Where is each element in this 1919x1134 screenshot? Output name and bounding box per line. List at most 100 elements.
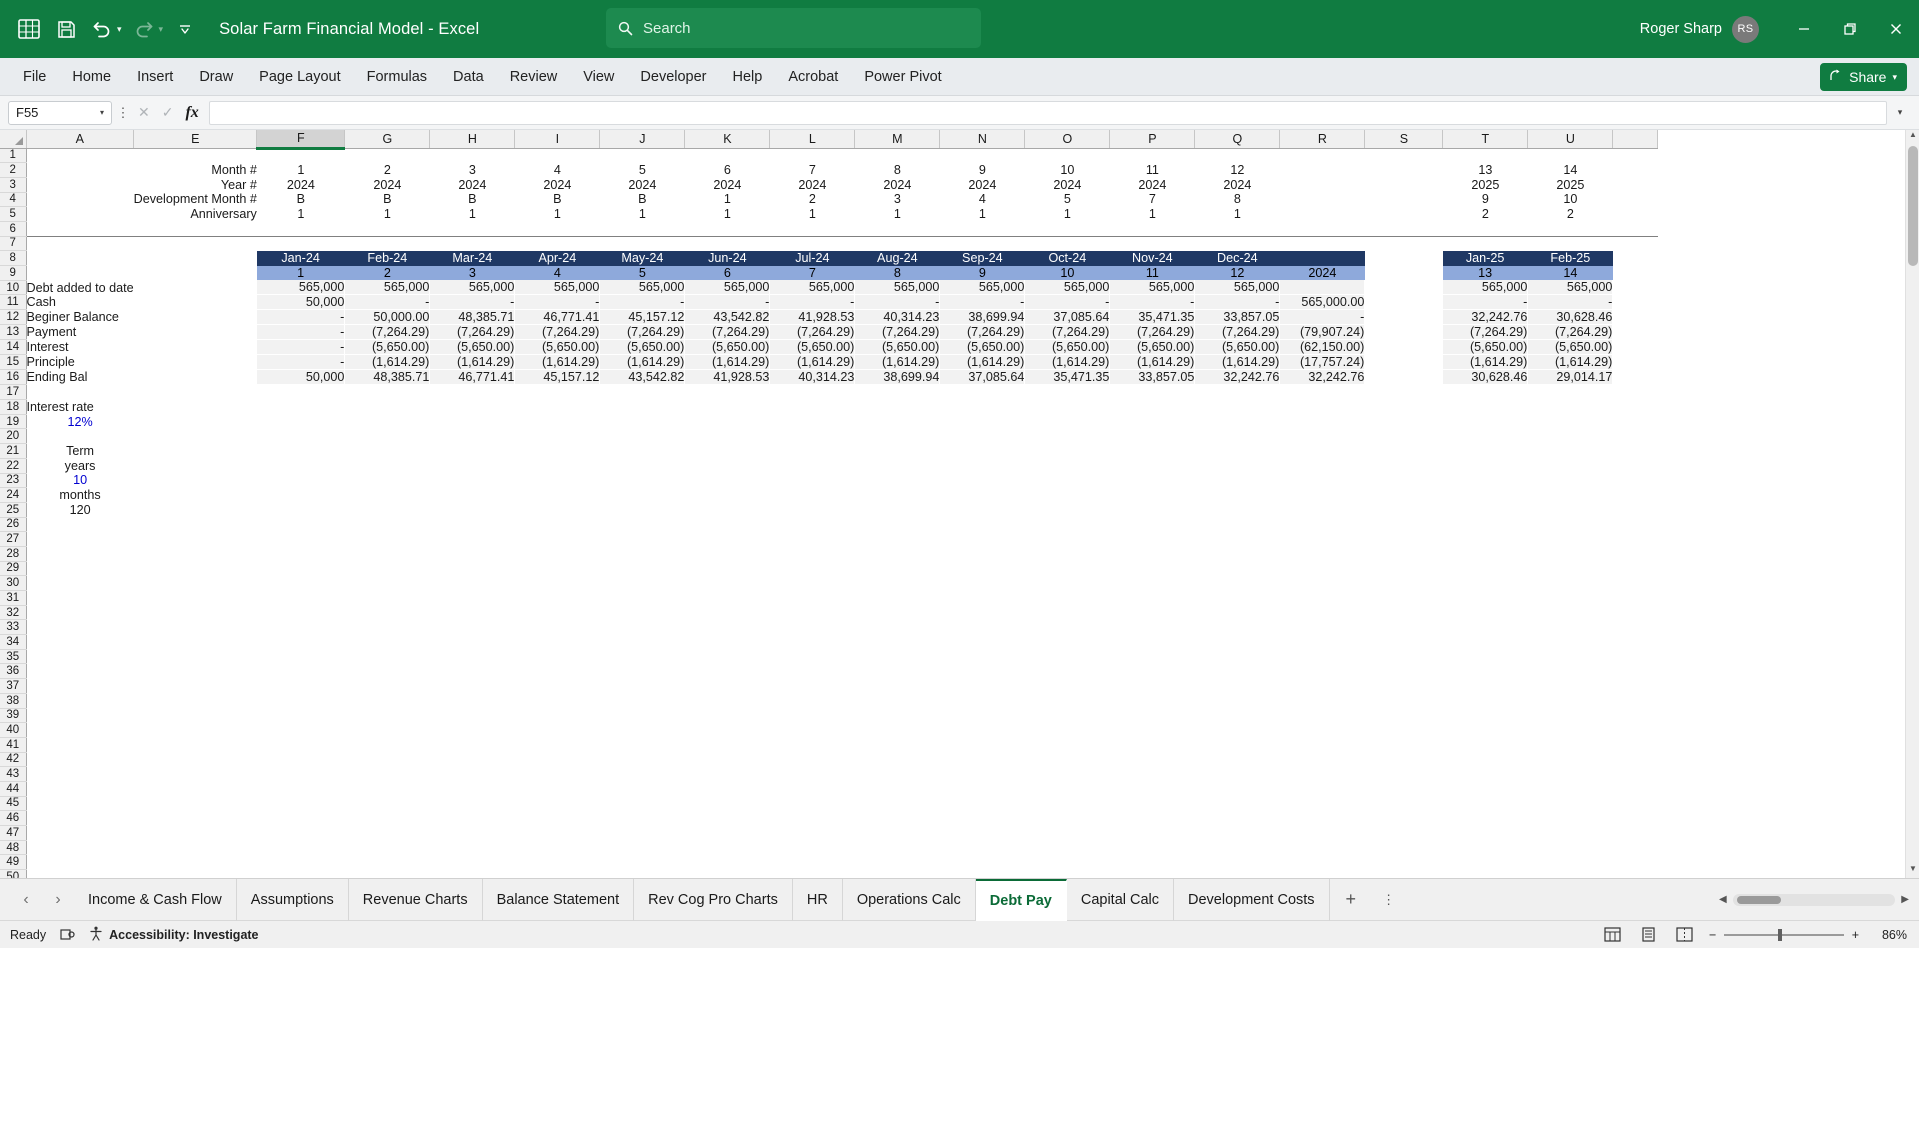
cell-P3[interactable]: 2024 bbox=[1109, 177, 1195, 193]
add-sheet-button[interactable]: + bbox=[1330, 889, 1373, 910]
row-blank[interactable] bbox=[26, 634, 1658, 650]
cell-I16[interactable]: 45,157.12 bbox=[514, 369, 601, 386]
row-header-33[interactable]: 33 bbox=[0, 619, 27, 636]
cell-R13[interactable]: (79,907.24) bbox=[1279, 324, 1366, 341]
cell-G4[interactable]: B bbox=[344, 192, 430, 207]
cell-K15[interactable]: (1,614.29) bbox=[684, 354, 771, 371]
row-blank[interactable] bbox=[26, 708, 1658, 723]
row-header-40[interactable]: 40 bbox=[0, 722, 27, 738]
cell-P10[interactable]: 565,000 bbox=[1109, 280, 1196, 296]
cell-Q11[interactable]: - bbox=[1194, 294, 1281, 311]
column-header-N[interactable]: N bbox=[939, 130, 1026, 149]
cell-J3[interactable]: 2024 bbox=[599, 177, 685, 193]
row-header-47[interactable]: 47 bbox=[0, 825, 27, 841]
chevron-down-icon[interactable]: ▾ bbox=[100, 108, 104, 117]
cell-T12[interactable]: 32,242.76 bbox=[1442, 309, 1529, 326]
cell-H12[interactable]: 48,385.71 bbox=[429, 309, 516, 326]
sheet-tab-revenue-charts[interactable]: Revenue Charts bbox=[349, 878, 483, 921]
cell-E13[interactable] bbox=[133, 324, 257, 340]
cell-Q14[interactable]: (5,650.00) bbox=[1194, 339, 1281, 356]
cell-G3[interactable]: 2024 bbox=[344, 177, 430, 193]
cell-K3[interactable]: 2024 bbox=[684, 177, 770, 193]
cell-S14[interactable] bbox=[1364, 339, 1443, 355]
row-22-rest[interactable] bbox=[133, 458, 1658, 473]
cell-P4[interactable]: 7 bbox=[1109, 192, 1195, 207]
cell-I5[interactable]: 1 bbox=[514, 206, 600, 222]
row-blank[interactable] bbox=[26, 517, 1658, 532]
row-header-27[interactable]: 27 bbox=[0, 531, 27, 547]
cell-I4[interactable]: B bbox=[514, 192, 600, 207]
cell-F9[interactable]: 1 bbox=[256, 265, 346, 281]
cell-J2[interactable]: 5 bbox=[599, 162, 685, 178]
ribbon-tab-review[interactable]: Review bbox=[497, 63, 571, 91]
row-blank[interactable] bbox=[26, 663, 1658, 679]
cell-I14[interactable]: (5,650.00) bbox=[514, 339, 601, 356]
cell-G8[interactable]: Feb-24 bbox=[344, 250, 431, 266]
cell-M4[interactable]: 3 bbox=[854, 192, 940, 207]
undo-dropdown-icon[interactable]: ▾ bbox=[117, 24, 122, 35]
cell-M8[interactable]: Aug-24 bbox=[854, 250, 941, 266]
cell-S13[interactable] bbox=[1364, 324, 1443, 340]
row-header-21[interactable]: 21 bbox=[0, 443, 27, 459]
zoom-slider[interactable]: − + bbox=[1709, 928, 1859, 942]
cell-E12[interactable] bbox=[133, 309, 257, 325]
cell-L14[interactable]: (5,650.00) bbox=[769, 339, 856, 356]
row-blank[interactable] bbox=[26, 781, 1658, 797]
cell-T5[interactable]: 2 bbox=[1442, 206, 1528, 222]
row-header-15[interactable]: 15 bbox=[0, 354, 27, 371]
row-blank[interactable] bbox=[26, 605, 1658, 620]
close-button[interactable] bbox=[1873, 0, 1919, 58]
row-24-rest[interactable] bbox=[133, 487, 1658, 503]
cell-H14[interactable]: (5,650.00) bbox=[429, 339, 516, 356]
cell-S5[interactable] bbox=[1364, 206, 1443, 222]
row-20-blank[interactable] bbox=[26, 428, 1658, 444]
cell-K5[interactable]: 1 bbox=[684, 206, 770, 222]
cell-K12[interactable]: 43,542.82 bbox=[684, 309, 771, 326]
cell-H9[interactable]: 3 bbox=[429, 265, 516, 281]
cell-J13[interactable]: (7,264.29) bbox=[599, 324, 686, 341]
cell-N15[interactable]: (1,614.29) bbox=[939, 354, 1026, 371]
cancel-icon[interactable]: ✕ bbox=[138, 104, 150, 121]
cell-H11[interactable]: - bbox=[429, 294, 516, 311]
cell-N5[interactable]: 1 bbox=[939, 206, 1025, 222]
cell-E9[interactable] bbox=[133, 265, 257, 281]
row-blank[interactable] bbox=[26, 531, 1658, 547]
cell-O5[interactable]: 1 bbox=[1024, 206, 1110, 222]
cell-J15[interactable]: (1,614.29) bbox=[599, 354, 686, 371]
cell-A21[interactable]: Term bbox=[26, 443, 134, 459]
cell-M11[interactable]: - bbox=[854, 294, 941, 311]
row-1-blank[interactable] bbox=[26, 148, 1658, 163]
cell-R4[interactable] bbox=[1279, 192, 1365, 207]
cell-F10[interactable]: 565,000 bbox=[256, 280, 346, 296]
insert-function-icon[interactable]: fx bbox=[185, 104, 198, 122]
cell-A23[interactable]: 10 bbox=[26, 473, 134, 488]
ribbon-tab-help[interactable]: Help bbox=[720, 63, 776, 91]
formula-input[interactable] bbox=[208, 100, 1887, 125]
ribbon-tab-home[interactable]: Home bbox=[59, 63, 124, 91]
chevron-down-icon[interactable]: ▾ bbox=[1892, 72, 1897, 83]
cell-K8[interactable]: Jun-24 bbox=[684, 250, 771, 266]
cell-U13[interactable]: (7,264.29) bbox=[1527, 324, 1614, 341]
cell-L5[interactable]: 1 bbox=[769, 206, 855, 222]
cell-M3[interactable]: 2024 bbox=[854, 177, 940, 193]
cell-J5[interactable]: 1 bbox=[599, 206, 685, 222]
row-header-42[interactable]: 42 bbox=[0, 752, 27, 768]
cell-U16[interactable]: 29,014.17 bbox=[1527, 369, 1614, 386]
cell-P2[interactable]: 11 bbox=[1109, 162, 1195, 178]
cell-Q16[interactable]: 32,242.76 bbox=[1194, 369, 1281, 386]
cell-A13[interactable]: Payment bbox=[26, 324, 134, 340]
scroll-left-icon[interactable]: ◀ bbox=[1719, 894, 1727, 905]
cell-H3[interactable]: 2024 bbox=[429, 177, 515, 193]
cell-A18[interactable]: Interest rate bbox=[26, 399, 134, 415]
cell-G10[interactable]: 565,000 bbox=[344, 280, 431, 296]
cell-E2[interactable]: Month # bbox=[133, 162, 257, 178]
column-header-J[interactable]: J bbox=[599, 130, 686, 149]
vertical-scrollbar[interactable]: ▲ ▼ bbox=[1905, 130, 1919, 878]
sheet-tab-balance-statement[interactable]: Balance Statement bbox=[483, 878, 635, 921]
cell-O12[interactable]: 37,085.64 bbox=[1024, 309, 1111, 326]
cell-O8[interactable]: Oct-24 bbox=[1024, 250, 1111, 266]
row-header-49[interactable]: 49 bbox=[0, 854, 27, 871]
row-header-41[interactable]: 41 bbox=[0, 737, 27, 753]
row-blank[interactable] bbox=[26, 854, 1658, 870]
zoom-out-icon[interactable]: − bbox=[1709, 928, 1716, 942]
